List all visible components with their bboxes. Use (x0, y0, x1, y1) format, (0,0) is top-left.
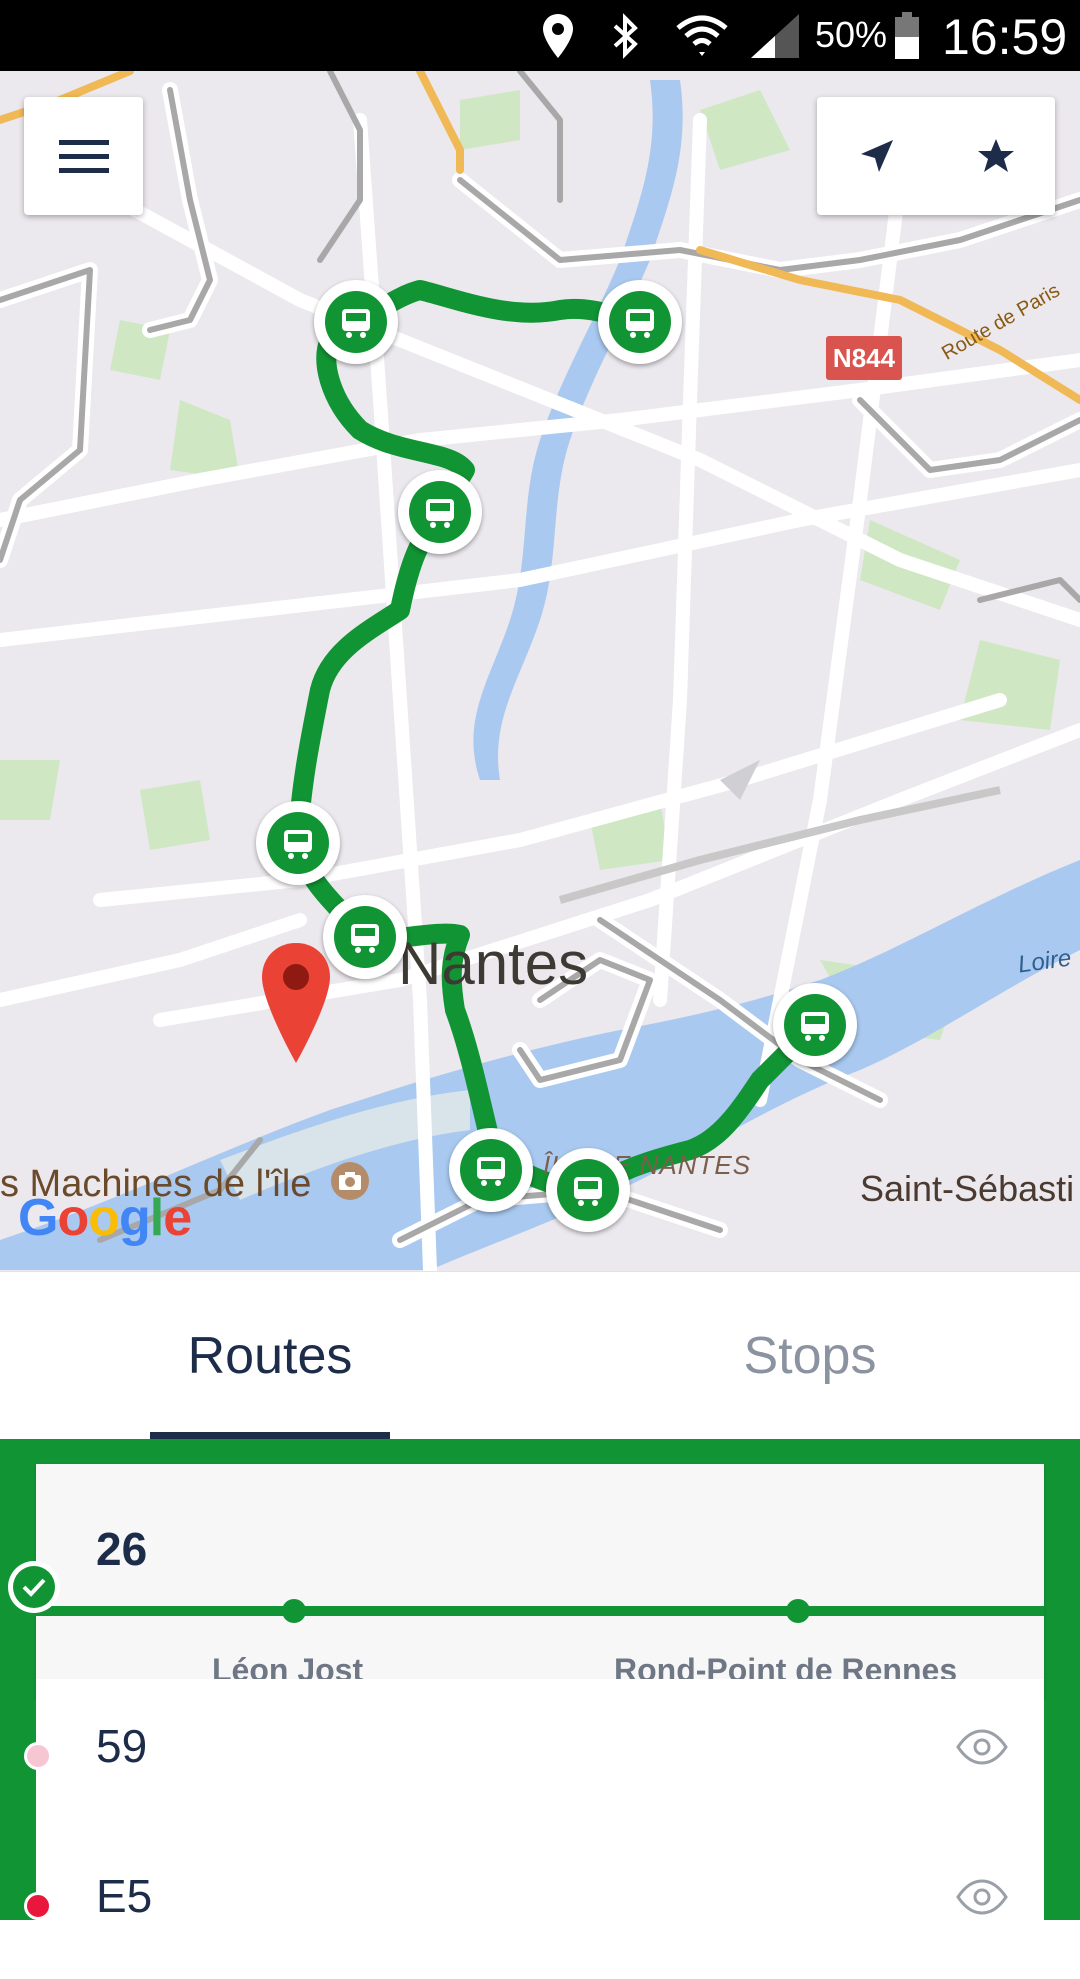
bus-icon (342, 309, 370, 338)
bus-icon (477, 1157, 505, 1186)
route-number: E5 (96, 1870, 153, 1922)
route-line-track (0, 1606, 1044, 1616)
menu-button[interactable] (24, 97, 143, 215)
road-badge: N844 (826, 336, 902, 380)
tab-stops[interactable]: Stops (540, 1272, 1080, 1440)
bus-icon (426, 499, 454, 528)
bus-stop-marker[interactable] (398, 470, 482, 554)
route-header: 26 Léon Jost Rond-Point de Rennes (0, 1464, 1044, 1697)
bus-stop-marker[interactable] (449, 1128, 533, 1212)
selected-check-icon[interactable] (8, 1561, 60, 1613)
bluetooth-icon (608, 10, 644, 62)
locate-button[interactable] (817, 97, 936, 215)
bus-stop-marker[interactable] (773, 983, 857, 1067)
bus-stop-marker[interactable] (546, 1148, 630, 1232)
bus-stop-marker[interactable] (598, 280, 682, 364)
star-icon (977, 139, 1014, 172)
cell-signal-icon (748, 10, 802, 62)
clock: 16:59 (942, 9, 1068, 65)
navigation-arrow-icon (860, 140, 893, 172)
bus-icon (626, 309, 654, 338)
tab-bar: Routes Stops (0, 1271, 1080, 1440)
stop-dot (786, 1599, 810, 1623)
city-label: Nantes (398, 930, 589, 997)
map-actions-bar (817, 97, 1055, 215)
route-number: 26 (96, 1523, 148, 1575)
map-view[interactable]: N844 Route de Paris Loire Nantes s Machi… (0, 71, 1080, 1271)
routes-list: 26 Léon Jost Rond-Point de Rennes 59 E5 (0, 1439, 1080, 1979)
eye-icon[interactable] (956, 1729, 1008, 1770)
town-label: Saint-Sébasti (860, 1168, 1075, 1209)
location-pin-icon[interactable] (258, 941, 334, 1070)
bus-icon (351, 924, 379, 953)
battery-icon (892, 10, 922, 62)
favorites-button[interactable] (936, 97, 1055, 215)
bus-stop-marker[interactable] (323, 895, 407, 979)
battery-percent: 50% (815, 14, 888, 55)
route-color-dot (24, 1892, 52, 1920)
stop-dot (282, 1599, 306, 1623)
route-row[interactable]: 59 (36, 1679, 1044, 1829)
route-number: 59 (96, 1720, 148, 1772)
eye-icon[interactable] (956, 1879, 1008, 1920)
tab-routes[interactable]: Routes (0, 1272, 540, 1440)
status-bar: 50% 16:59 (0, 0, 1080, 71)
bus-stop-marker[interactable] (256, 801, 340, 885)
camera-icon (330, 1161, 370, 1211)
bus-icon (574, 1177, 602, 1206)
bus-icon (284, 830, 312, 859)
bus-stop-marker[interactable] (314, 280, 398, 364)
route-color-dot (24, 1742, 52, 1770)
menu-icon (58, 140, 109, 173)
wifi-icon (674, 10, 730, 62)
location-icon (538, 10, 578, 62)
google-logo: Google (18, 1189, 192, 1247)
route-row[interactable]: E5 (36, 1829, 1044, 1979)
bus-icon (801, 1012, 829, 1041)
map-background (0, 71, 1080, 1271)
